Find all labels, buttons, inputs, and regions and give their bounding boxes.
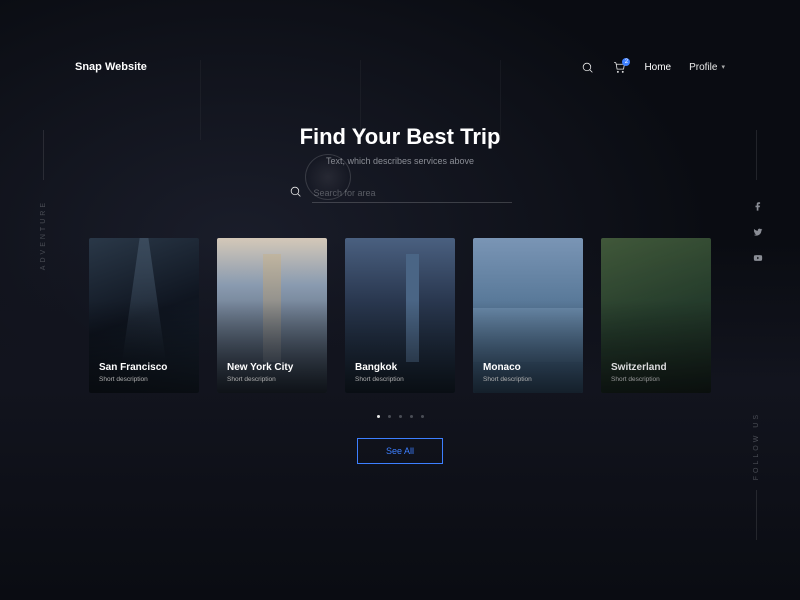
nav-home[interactable]: Home bbox=[644, 62, 671, 73]
carousel-dot[interactable] bbox=[421, 415, 424, 418]
carousel-dots bbox=[75, 415, 725, 418]
card-title: Switzerland bbox=[611, 362, 701, 373]
hero-title: Find Your Best Trip bbox=[75, 124, 725, 150]
carousel-dot[interactable] bbox=[377, 415, 380, 418]
card-desc: Short description bbox=[483, 376, 573, 383]
search-row bbox=[75, 184, 725, 203]
card-desc: Short description bbox=[611, 376, 701, 383]
destination-cards: San Francisco Short description New York… bbox=[75, 238, 725, 393]
card-new-york[interactable]: New York City Short description bbox=[217, 238, 327, 393]
topbar: Snap Website 2 Home Profile ▾ bbox=[75, 60, 725, 74]
search-icon[interactable] bbox=[580, 60, 594, 74]
cart-icon[interactable]: 2 bbox=[612, 60, 626, 74]
card-bangkok[interactable]: Bangkok Short description bbox=[345, 238, 455, 393]
chevron-down-icon: ▾ bbox=[721, 63, 725, 71]
decorative-circle bbox=[305, 154, 351, 200]
card-title: Monaco bbox=[483, 362, 573, 373]
nav-profile-label: Profile bbox=[689, 62, 717, 73]
card-desc: Short description bbox=[99, 376, 189, 383]
nav-profile[interactable]: Profile ▾ bbox=[689, 62, 725, 73]
card-desc: Short description bbox=[355, 376, 445, 383]
hero-subtitle: Text, which describes services above bbox=[75, 156, 725, 166]
see-all-button[interactable]: See All bbox=[357, 438, 443, 464]
nav-right: 2 Home Profile ▾ bbox=[580, 60, 725, 74]
cart-badge: 2 bbox=[622, 58, 630, 66]
card-title: New York City bbox=[227, 362, 317, 373]
card-title: Bangkok bbox=[355, 362, 445, 373]
card-switzerland[interactable]: Switzerland Short description bbox=[601, 238, 711, 393]
search-icon bbox=[289, 185, 302, 203]
carousel-dot[interactable] bbox=[388, 415, 391, 418]
card-san-francisco[interactable]: San Francisco Short description bbox=[89, 238, 199, 393]
card-monaco[interactable]: Monaco Short description bbox=[473, 238, 583, 393]
logo[interactable]: Snap Website bbox=[75, 61, 147, 73]
card-desc: Short description bbox=[227, 376, 317, 383]
carousel-dot[interactable] bbox=[410, 415, 413, 418]
card-title: San Francisco bbox=[99, 362, 189, 373]
carousel-dot[interactable] bbox=[399, 415, 402, 418]
hero: Find Your Best Trip Text, which describe… bbox=[75, 124, 725, 203]
